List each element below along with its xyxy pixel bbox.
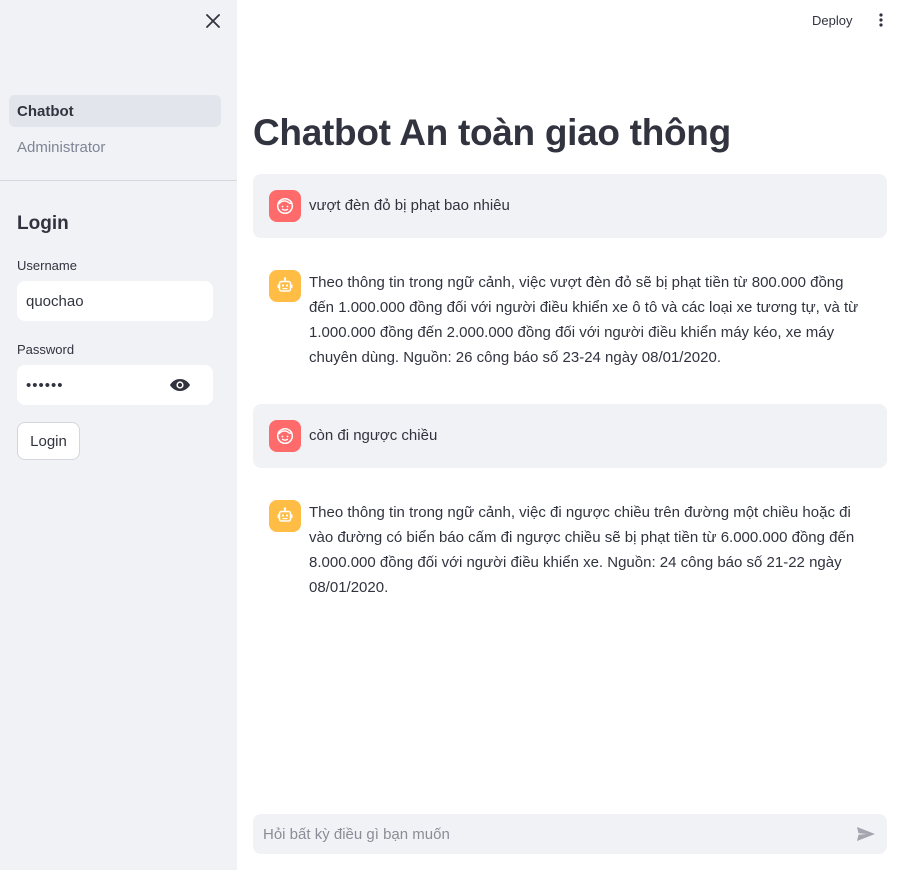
chat-message-user: còn đi ngược chiều: [253, 404, 887, 468]
sidebar: Chatbot Administrator Login Username Pas…: [0, 0, 237, 870]
username-field[interactable]: [17, 281, 213, 321]
message-text: còn đi ngược chiều: [309, 427, 438, 444]
message-text: vượt đèn đỏ bị phạt bao nhiêu: [309, 197, 510, 214]
eye-icon[interactable]: [167, 375, 193, 395]
send-icon[interactable]: [855, 824, 877, 844]
page-title: Chatbot An toàn giao thông: [253, 112, 731, 153]
close-icon[interactable]: [201, 9, 225, 33]
chat-message-assistant: Theo thông tin trong ngữ cảnh, việc vượt…: [253, 254, 887, 386]
sidebar-item-chatbot[interactable]: Chatbot: [9, 95, 221, 127]
username-label: Username: [17, 258, 77, 273]
robot-icon: [269, 270, 301, 302]
kebab-menu-icon[interactable]: [872, 10, 890, 30]
login-heading: Login: [17, 213, 69, 234]
deploy-button[interactable]: Deploy: [805, 9, 859, 31]
password-label: Password: [17, 342, 75, 357]
chat-input-container: [253, 814, 887, 854]
login-button[interactable]: Login: [17, 422, 80, 460]
message-text: Theo thông tin trong ngữ cảnh, việc đi n…: [309, 504, 855, 596]
app-root: Chatbot Administrator Login Username Pas…: [0, 0, 899, 870]
chat-input[interactable]: [253, 814, 833, 854]
sidebar-item-administrator[interactable]: Administrator: [9, 131, 221, 163]
user-face-icon: [269, 420, 301, 452]
user-face-icon: [269, 190, 301, 222]
chat-message-user: vượt đèn đỏ bị phạt bao nhiêu: [253, 174, 887, 238]
chat-message-assistant: Theo thông tin trong ngữ cảnh, việc đi n…: [253, 484, 887, 596]
robot-icon: [269, 500, 301, 532]
sidebar-divider: [0, 180, 237, 181]
message-text: Theo thông tin trong ngữ cảnh, việc vượt…: [309, 274, 859, 366]
